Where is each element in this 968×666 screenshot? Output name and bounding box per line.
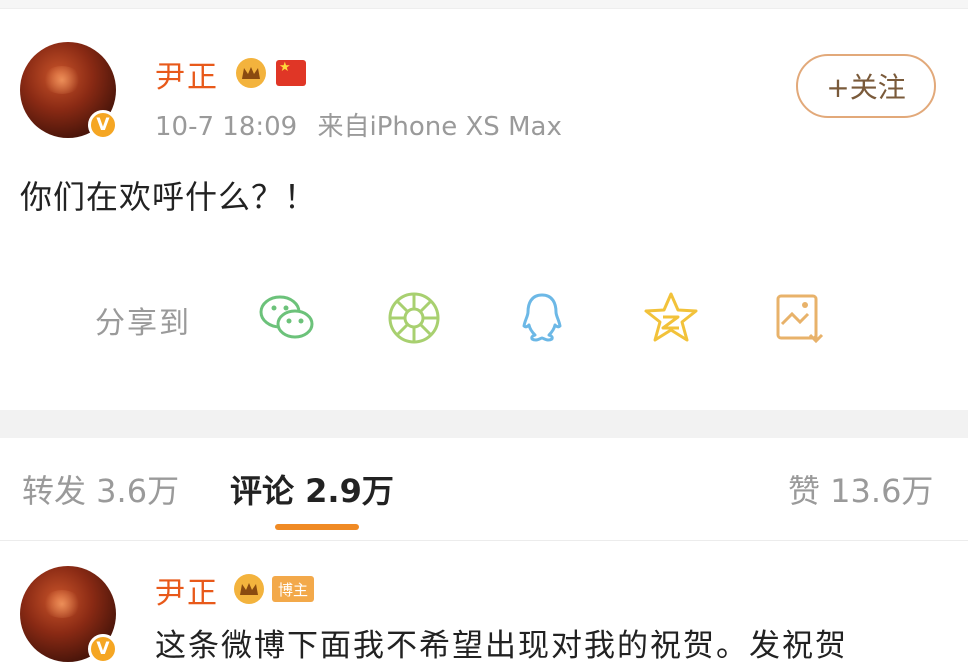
qzone-icon[interactable] <box>642 290 698 346</box>
verified-badge-icon: V <box>88 110 118 140</box>
commenter-avatar[interactable]: V <box>20 566 118 664</box>
top-divider <box>0 0 968 9</box>
author-avatar[interactable]: V <box>20 42 118 140</box>
crown-icon <box>236 58 266 88</box>
avatar-image-highlight <box>42 66 82 94</box>
qq-icon[interactable] <box>514 290 570 346</box>
post-time: 10-7 18:09 <box>155 112 298 142</box>
china-flag-icon <box>276 60 306 86</box>
post-content: 你们在欢呼什么？！ <box>20 178 318 216</box>
tab-comment[interactable]: 评论 2.9万 <box>230 466 394 512</box>
post-meta: 10-7 18:09 来自iPhone XS Max <box>155 106 562 143</box>
tabs-divider <box>0 540 968 541</box>
author-name[interactable]: 尹正 <box>155 52 219 96</box>
comment-content: 这条微博下面我不希望出现对我的祝贺。发祝贺 <box>155 628 848 664</box>
save-image-icon[interactable] <box>772 290 828 346</box>
tab-repost[interactable]: 转发 3.6万 <box>22 466 179 512</box>
avatar-image-highlight <box>42 590 82 618</box>
tab-like[interactable]: 赞 13.6万 <box>788 466 933 512</box>
crown-icon <box>234 574 264 604</box>
wechat-icon[interactable] <box>258 290 314 346</box>
share-label: 分享到 <box>95 306 191 341</box>
section-separator <box>0 410 968 438</box>
moments-icon[interactable] <box>386 290 442 346</box>
verified-badge-icon: V <box>88 634 118 664</box>
follow-button[interactable]: +关注 <box>796 54 936 118</box>
active-tab-indicator <box>275 524 359 530</box>
author-badge: 博主 <box>272 576 314 602</box>
post-source: 来自iPhone XS Max <box>317 112 562 142</box>
commenter-name[interactable]: 尹正 <box>155 568 219 612</box>
